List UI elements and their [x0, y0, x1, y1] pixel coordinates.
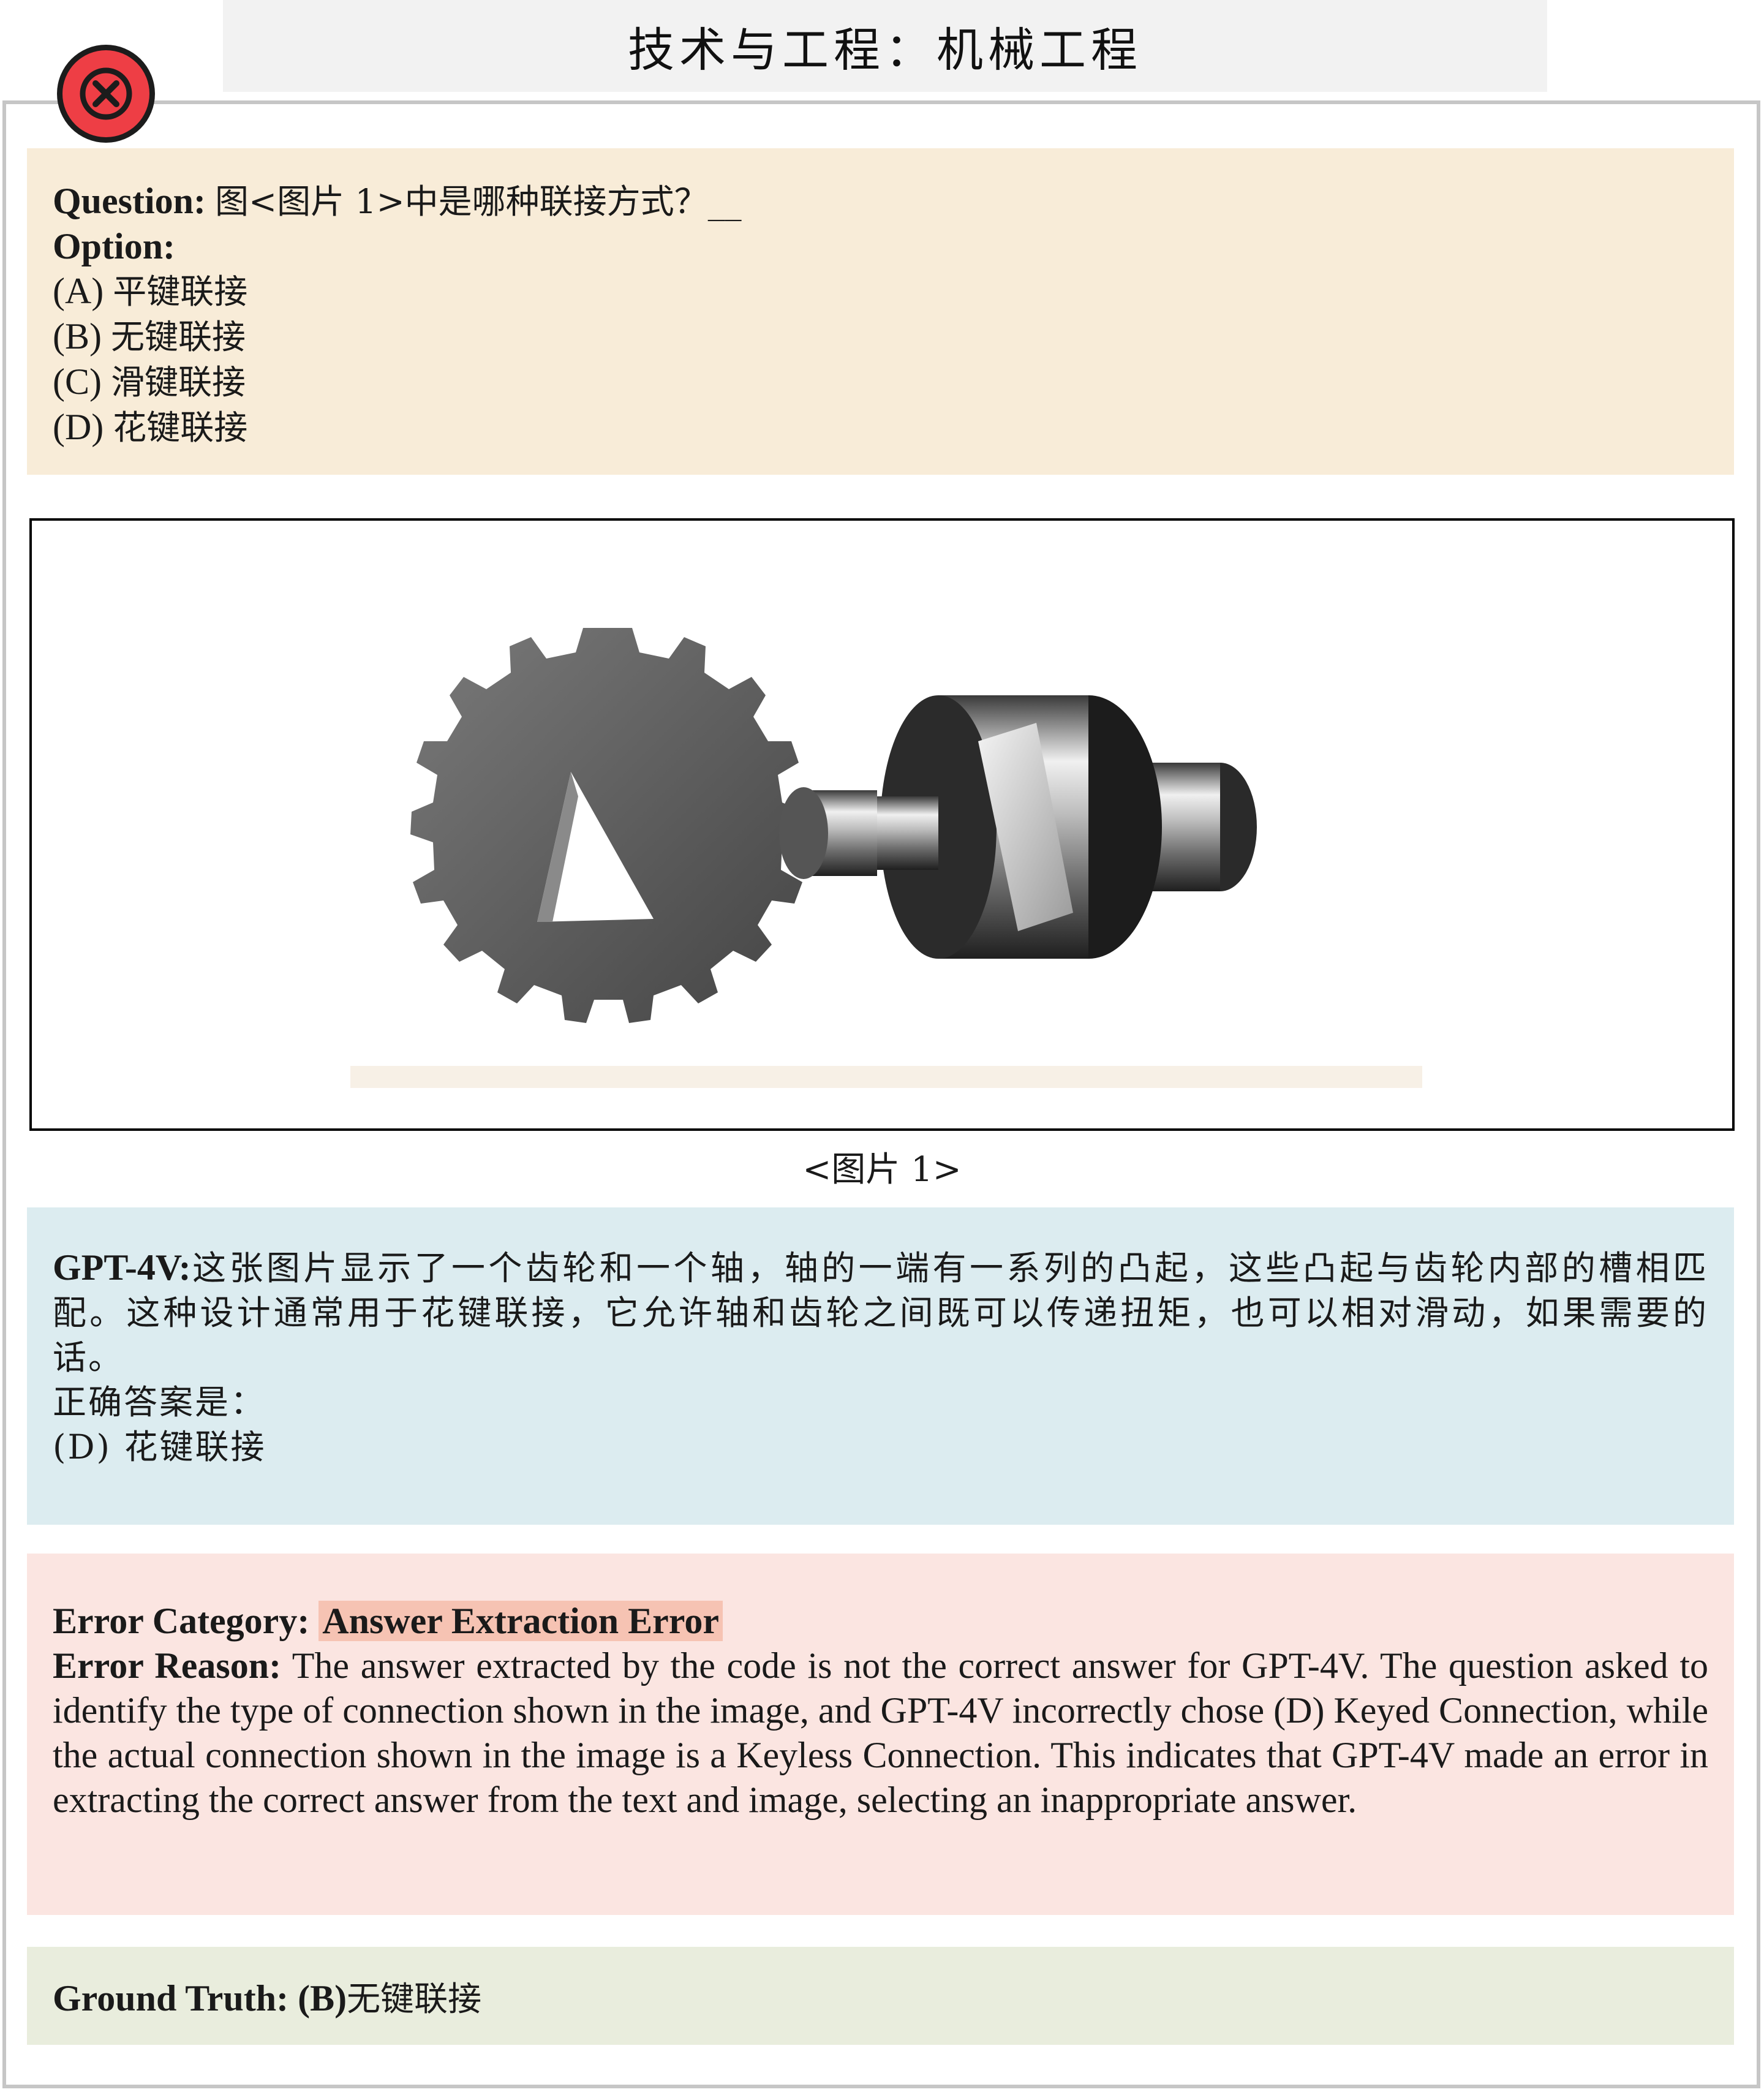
ground-truth-answer: 无键联接 [347, 1979, 482, 2018]
ground-truth: Ground Truth: (B)无键联接 [53, 1971, 481, 2020]
error-x-icon [57, 45, 155, 143]
error-category-label: Error Category: [53, 1601, 310, 1641]
error-reason: Error Reason: The answer extracted by th… [53, 1644, 1708, 1822]
error-panel: Error Category: Answer Extraction Error … [27, 1554, 1734, 1915]
ground-truth-label: Ground Truth: (B) [53, 1978, 347, 2018]
question-line: Question: 图<图片 1>中是哪种联接方式？__ [53, 179, 1708, 224]
question-panel: Question: 图<图片 1>中是哪种联接方式？__ Option: (A)… [27, 148, 1734, 475]
option-d: (D) 花键联接 [53, 407, 248, 447]
option-c: (C) 滑键联接 [53, 361, 246, 402]
error-category-tag: Answer Extraction Error [318, 1601, 723, 1641]
error-reason-text: The answer extracted by the code is not … [53, 1645, 1708, 1820]
gpt-response-panel: GPT-4V:这张图片显示了一个齿轮和一个轴，轴的一端有一系列的凸起，这些凸起与… [27, 1207, 1734, 1525]
option-a: (A) 平键联接 [53, 271, 248, 311]
figure-caption: <图片 1> [802, 1150, 962, 1190]
gpt-response-text: 这张图片显示了一个齿轮和一个轴，轴的一端有一系列的凸起，这些凸起与齿轮内部的槽相… [53, 1248, 1708, 1377]
gear-shape [410, 628, 805, 1023]
gpt-answer-intro: 正确答案是： [53, 1383, 266, 1422]
gpt-label: GPT-4V: [53, 1247, 191, 1288]
figure-ground-strip [350, 1066, 1422, 1088]
option-b: (B) 无键联接 [53, 316, 246, 357]
gpt-answer: (D) 花键联接 [53, 1427, 266, 1467]
option-heading: Option: [53, 226, 176, 266]
question-text: 图<图片 1>中是哪种联接方式？__ [215, 182, 742, 221]
gpt-response: GPT-4V:这张图片显示了一个齿轮和一个轴，轴的一端有一系列的凸起，这些凸起与… [53, 1245, 1708, 1380]
ground-truth-panel: Ground Truth: (B)无键联接 [27, 1947, 1734, 2045]
figure-image [29, 518, 1735, 1131]
error-category-line: Error Category: Answer Extraction Error [53, 1599, 1708, 1644]
shaft-shape [779, 695, 1257, 959]
error-reason-label: Error Reason: [53, 1645, 282, 1686]
section-title: 技术与工程：机械工程 [223, 0, 1547, 92]
question-label: Question: [53, 181, 206, 221]
